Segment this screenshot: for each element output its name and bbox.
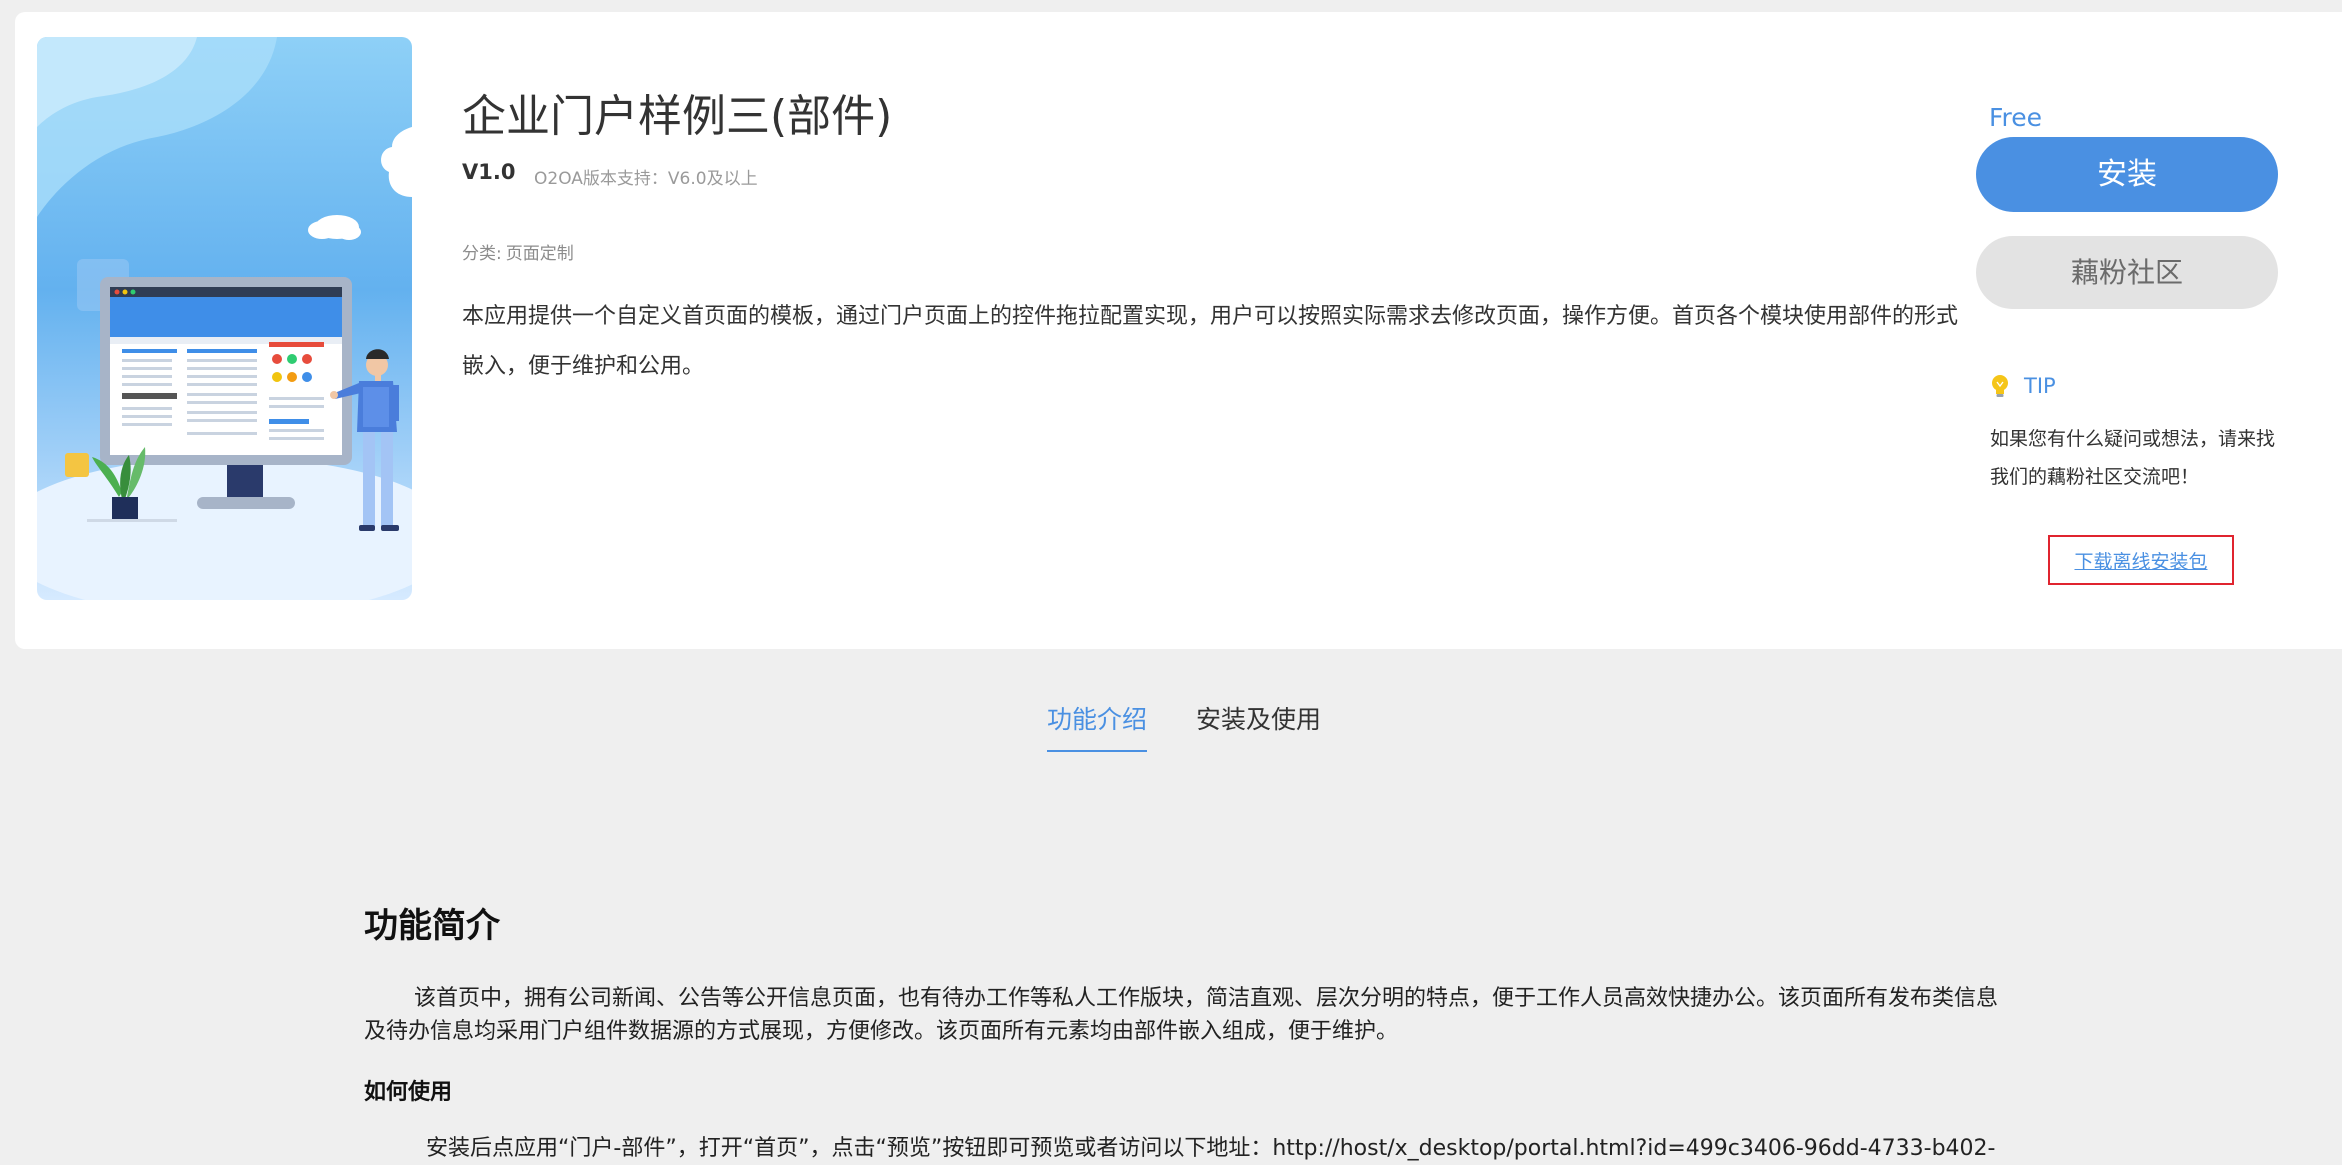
category-value: 页面定制 — [505, 244, 574, 264]
download-offline-package-highlight: 下载离线安装包 — [2048, 535, 2234, 585]
tip-label: TIP — [2024, 374, 2056, 398]
install-button[interactable]: 安装 — [1976, 137, 2278, 212]
category-label: 分类: — [462, 244, 502, 264]
tab-install-usage[interactable]: 安装及使用 — [1196, 700, 1321, 736]
intro-heading: 功能简介 — [364, 906, 500, 946]
usage-paragraph: 安装后点应用“门户-部件”，打开“首页”，点击“预览”按钮即可预览或者访问以下地… — [426, 1136, 1996, 1161]
feature-content: 功能简介 该首页中，拥有公司新闻、公告等公开信息页面，也有待办工作等私人工作版块… — [364, 898, 2004, 1165]
app-cover-illustration — [37, 37, 412, 600]
intro-paragraph: 该首页中，拥有公司新闻、公告等公开信息页面，也有待办工作等私人工作版块，简洁直观… — [364, 986, 1999, 1044]
download-offline-package-link[interactable]: 下载离线安装包 — [2074, 547, 2207, 574]
community-button[interactable]: 藕粉社区 — [1976, 236, 2278, 309]
app-title: 企业门户样例三(部件) — [462, 91, 893, 142]
app-version: V1.0 — [462, 160, 516, 184]
tab-features[interactable]: 功能介绍 — [1047, 700, 1148, 752]
app-description: 本应用提供一个自定义首页面的模板，通过门户页面上的控件拖拉配置实现，用户可以按照… — [462, 304, 1959, 379]
version-support: O2OA版本支持：V6.0及以上 — [534, 169, 758, 189]
usage-heading: 如何使用 — [364, 1080, 453, 1105]
cover-artwork — [37, 37, 412, 600]
tip-header: TIP — [1986, 372, 2056, 400]
lightbulb-icon — [1986, 372, 2014, 400]
tip-text: 如果您有什么疑问或想法，请来找我们的藕粉社区交流吧！ — [1990, 428, 2276, 488]
price-label: Free — [1989, 103, 2043, 132]
app-category: 分类: 页面定制 — [462, 239, 574, 264]
